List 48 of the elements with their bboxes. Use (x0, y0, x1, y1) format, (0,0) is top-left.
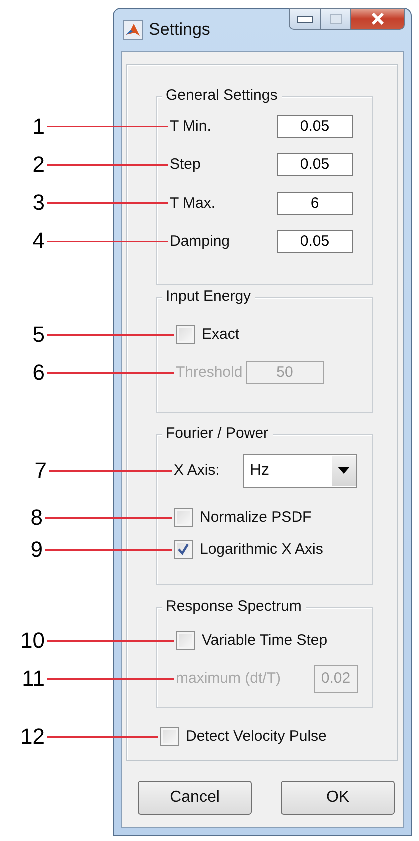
caret-icon (338, 467, 350, 474)
callout-number: 3 (32, 191, 46, 216)
callout-number: 6 (32, 360, 46, 385)
close-icon (370, 13, 384, 25)
checkbox-label: Logarithmic X Axis (200, 541, 324, 558)
checkbox[interactable] (160, 727, 179, 746)
field-label: Threshold (176, 364, 244, 382)
cancel-button[interactable]: Cancel (138, 781, 252, 815)
field-label: T Max. (170, 194, 217, 212)
callout-number: 8 (30, 506, 44, 530)
input-field[interactable]: 6 (277, 192, 353, 215)
group-title: General Settings (162, 87, 282, 105)
checkbox-label: Normalize PSDF (200, 509, 312, 526)
maximize-icon (330, 14, 342, 24)
close-button[interactable] (351, 8, 405, 30)
group-title: Response Spectrum (162, 598, 306, 616)
app-icon (123, 20, 143, 40)
checkbox[interactable] (174, 508, 193, 528)
group-title: Input Energy (162, 288, 256, 306)
field-label: Step (170, 156, 202, 174)
checkbox[interactable] (174, 540, 193, 560)
dropdown[interactable]: Hz (243, 454, 357, 488)
checkbox-label: Detect Velocity Pulse (186, 728, 327, 746)
callout-number: 11 (21, 666, 46, 691)
callout-number: 1 (32, 114, 46, 138)
minimize-button[interactable] (289, 8, 321, 30)
callout-number: 9 (30, 538, 44, 562)
checkbox-label: Variable Time Step (202, 632, 328, 650)
callout-number: 12 (20, 724, 46, 749)
checkbox[interactable] (176, 631, 195, 650)
minimize-icon (297, 16, 313, 22)
window-title: Settings (149, 20, 210, 40)
maximize-button[interactable] (321, 8, 351, 30)
field-label: X Axis: (174, 462, 221, 480)
input-field[interactable]: 0.05 (277, 115, 353, 138)
field-label: maximum (dt/T) (176, 670, 282, 688)
checkbox-label: Exact (202, 326, 240, 344)
input-field[interactable]: 0.05 (277, 153, 353, 176)
input-field[interactable]: 0.05 (277, 230, 353, 253)
callout-number: 2 (32, 152, 46, 177)
callout-number: 10 (20, 628, 46, 653)
callout-number: 4 (32, 229, 46, 254)
field-label: Damping (170, 232, 232, 250)
callout-number: 5 (32, 322, 46, 347)
checkbox[interactable] (176, 325, 195, 344)
ok-button[interactable]: OK (281, 781, 395, 815)
callout-number: 7 (34, 458, 48, 483)
field-label: T Min. (170, 118, 212, 135)
